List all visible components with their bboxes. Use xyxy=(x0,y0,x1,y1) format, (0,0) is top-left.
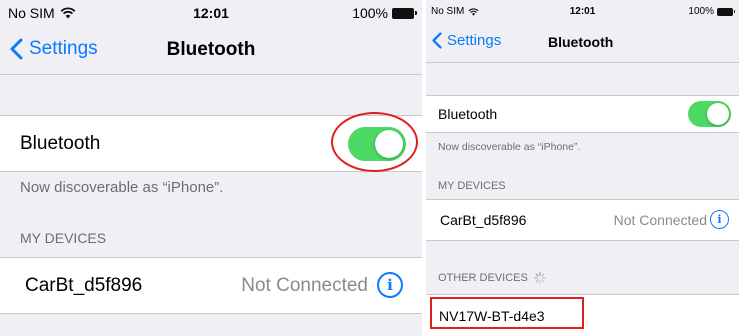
divider xyxy=(0,313,422,314)
divider xyxy=(426,240,739,241)
device-row[interactable]: CarBt_d5f896 Not Connected i xyxy=(426,200,739,240)
page-title: Bluetooth xyxy=(166,39,256,60)
bluetooth-label: Bluetooth xyxy=(20,132,101,154)
battery-indicator: 100% xyxy=(688,6,735,17)
nav-bar: Settings Bluetooth xyxy=(0,26,422,74)
battery-indicator: 100% xyxy=(352,5,417,21)
divider xyxy=(426,132,739,133)
device-name: CarBt_d5f896 xyxy=(440,212,527,228)
divider xyxy=(0,74,422,75)
divider xyxy=(0,171,422,172)
back-label: Settings xyxy=(447,32,502,49)
device-row[interactable]: CarBt_d5f896 Not Connected i xyxy=(0,258,422,313)
info-icon[interactable]: i xyxy=(377,272,403,298)
chevron-left-icon xyxy=(432,32,442,49)
status-bar: No SIM 12:01 100% xyxy=(426,0,739,22)
nav-bar: Settings Bluetooth xyxy=(426,22,739,62)
discoverable-note: Now discoverable as “iPhone”. xyxy=(20,179,224,196)
battery-percent: 100% xyxy=(688,6,714,17)
discoverable-note: Now discoverable as “iPhone”. xyxy=(438,141,581,153)
bluetooth-toggle[interactable] xyxy=(688,101,731,127)
toggle-knob xyxy=(707,103,729,125)
divider xyxy=(426,62,739,63)
my-devices-header: MY DEVICES xyxy=(438,180,506,192)
right-screenshot: No SIM 12:01 100% Settings Bluetooth Blu… xyxy=(426,0,739,336)
other-devices-label: OTHER DEVICES xyxy=(438,272,528,284)
device-status: Not Connected xyxy=(613,212,707,228)
toggle-highlight-ring xyxy=(331,112,418,172)
status-bar: No SIM 12:01 100% xyxy=(0,0,422,26)
device-status: Not Connected xyxy=(241,274,368,296)
bluetooth-label: Bluetooth xyxy=(438,106,498,122)
device-name: CarBt_d5f896 xyxy=(25,274,143,296)
spinner-icon xyxy=(534,272,546,284)
back-button[interactable]: Settings xyxy=(432,32,501,49)
battery-icon xyxy=(717,7,735,16)
battery-icon xyxy=(392,7,417,19)
info-icon[interactable]: i xyxy=(710,210,729,229)
battery-percent: 100% xyxy=(352,5,388,21)
other-devices-header: OTHER DEVICES xyxy=(438,272,546,284)
my-devices-header: MY DEVICES xyxy=(20,230,107,246)
device-highlight-box xyxy=(430,297,584,329)
page-title: Bluetooth xyxy=(548,34,614,50)
